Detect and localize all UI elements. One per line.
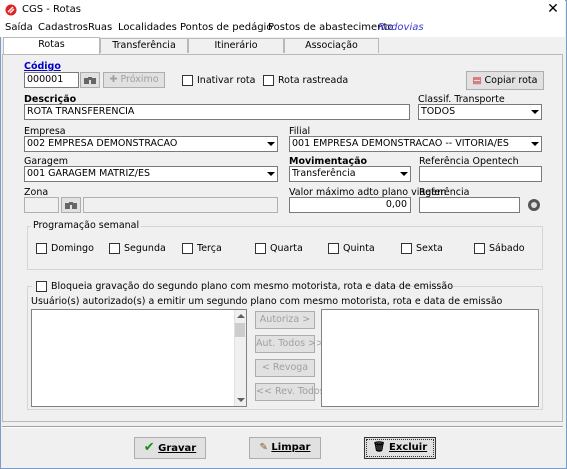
day-checkbox-quinta[interactable]: [328, 243, 339, 254]
day-checkbox-sexta[interactable]: [401, 243, 412, 254]
close-icon[interactable]: ✕: [543, 1, 563, 18]
day-checkbox-terca[interactable]: [182, 243, 193, 254]
broom-icon: ✎: [259, 442, 268, 453]
autoriza-button[interactable]: Autoriza >: [255, 311, 315, 329]
chevron-down-icon: [396, 167, 410, 181]
menu-ruas[interactable]: Ruas: [88, 22, 112, 33]
inativar-rota-label: Inativar rota: [197, 75, 256, 86]
menu-pontos-pedagio[interactable]: Pontos de pedágio: [180, 22, 272, 33]
app-icon: [5, 4, 17, 16]
zona-code-input[interactable]: [24, 197, 59, 213]
usuarios-autorizados-list[interactable]: [321, 309, 539, 407]
trash-icon: 🗑: [372, 442, 386, 453]
day-label-terca: Terça: [197, 243, 222, 254]
filial-value: 001 EMPRESA DEMONSTRACAO -- VITORIA/ES: [292, 138, 509, 149]
day-label-quinta: Quinta: [343, 243, 375, 254]
bloqueio-checkbox-label: Bloqueia gravação do segundo plano com m…: [51, 281, 454, 292]
gravar-button[interactable]: ✔ Gravar: [134, 437, 206, 459]
zona-search-button[interactable]: [61, 197, 81, 213]
chevron-down-icon: [263, 167, 277, 181]
menu-postos-abastecimento[interactable]: Postos de abastecimento: [268, 22, 394, 33]
valor-maximo-input[interactable]: 0,00: [289, 197, 411, 213]
referencia-input[interactable]: [419, 197, 520, 213]
programacao-semanal-title: Programação semanal: [31, 220, 142, 231]
revoga-button[interactable]: < Revoga: [255, 359, 315, 377]
window-title: CGS - Rotas: [22, 4, 81, 15]
classif-transporte-value: TODOS: [421, 106, 456, 117]
zona-description-input: [83, 197, 278, 213]
tab-rotas[interactable]: Rotas: [3, 37, 100, 54]
bloqueio-checkbox[interactable]: [36, 281, 47, 292]
movimentacao-value: Transferência: [292, 168, 356, 179]
chevron-down-icon: [527, 105, 541, 119]
garagem-select[interactable]: 001 GARAGEM MATRIZ/ES: [24, 166, 278, 182]
tab-associacao[interactable]: Associação: [284, 38, 379, 53]
title-bar: [0, 0, 565, 20]
rota-rastreada-label: Rota rastreada: [278, 75, 349, 86]
excluir-label: Excluir: [389, 442, 428, 453]
limpar-label: Limpar: [271, 442, 311, 453]
empresa-select[interactable]: 002 EMPRESA DEMONSTRACAO: [24, 136, 278, 152]
gravar-label: Gravar: [158, 443, 197, 454]
proximo-button[interactable]: ✚ Próximo: [103, 72, 165, 88]
inativar-rota-checkbox[interactable]: [182, 75, 193, 86]
scroll-down-icon[interactable]: [234, 394, 246, 406]
binoculars-icon: [65, 202, 77, 209]
scroll-thumb[interactable]: [235, 323, 245, 337]
menu-saida[interactable]: Saída: [5, 22, 33, 33]
tab-transferencia[interactable]: Transferência: [100, 38, 188, 53]
rota-rastreada-checkbox[interactable]: [263, 75, 274, 86]
checkmark-icon: ✔: [143, 440, 155, 455]
referencia-lookup-icon[interactable]: [526, 197, 542, 213]
day-label-domingo: Domingo: [51, 243, 94, 254]
garagem-value: 001 GARAGEM MATRIZ/ES: [27, 168, 151, 179]
autoriza-todos-button[interactable]: Aut. Todos >>: [255, 335, 324, 353]
referencia-opentech-input[interactable]: [419, 166, 542, 182]
copy-document-icon: ▤: [472, 75, 485, 86]
copiar-rota-label: Copiar rota: [484, 75, 538, 86]
scroll-up-icon[interactable]: [234, 310, 246, 322]
excluir-button[interactable]: 🗑 Excluir: [364, 437, 436, 459]
plus-icon: ✚: [109, 74, 121, 85]
day-label-sabado: Sábado: [489, 243, 525, 254]
usuarios-autorizados-label: Usuário(s) autorizado(s) a emitir um seg…: [31, 296, 503, 307]
codigo-search-button[interactable]: [80, 72, 100, 88]
menu-localidades[interactable]: Localidades: [118, 22, 177, 33]
proximo-label: Próximo: [120, 74, 159, 85]
day-checkbox-quarta[interactable]: [255, 243, 266, 254]
day-label-quarta: Quarta: [270, 243, 303, 254]
day-label-sexta: Sexta: [416, 243, 443, 254]
codigo-input[interactable]: 000001: [24, 72, 79, 88]
codigo-label: Código: [24, 61, 61, 72]
day-checkbox-sabado[interactable]: [474, 243, 485, 254]
bottom-separator: [2, 426, 563, 428]
menu-rodovias[interactable]: Rodovias: [378, 22, 424, 33]
usuarios-disponiveis-list[interactable]: [31, 309, 247, 407]
chevron-down-icon: [527, 137, 541, 151]
day-checkbox-domingo[interactable]: [36, 243, 47, 254]
empresa-value: 002 EMPRESA DEMONSTRACAO: [27, 138, 178, 149]
filial-select[interactable]: 001 EMPRESA DEMONSTRACAO -- VITORIA/ES: [289, 136, 542, 152]
classif-transporte-select[interactable]: TODOS: [418, 104, 542, 120]
menu-cadastros[interactable]: Cadastros: [38, 22, 88, 33]
copiar-rota-button[interactable]: ▤ Copiar rota: [466, 71, 544, 90]
revoga-todos-button[interactable]: << Rev. Todos: [255, 383, 325, 401]
day-label-segunda: Segunda: [124, 243, 166, 254]
limpar-button[interactable]: ✎ Limpar: [249, 437, 321, 459]
day-checkbox-segunda[interactable]: [109, 243, 120, 254]
movimentacao-select[interactable]: Transferência: [289, 166, 411, 182]
descricao-input[interactable]: ROTA TRANSFERENCIA: [24, 104, 410, 120]
tab-itinerario[interactable]: Itinerário: [188, 38, 284, 53]
binoculars-icon: [84, 77, 96, 84]
chevron-down-icon: [263, 137, 277, 151]
